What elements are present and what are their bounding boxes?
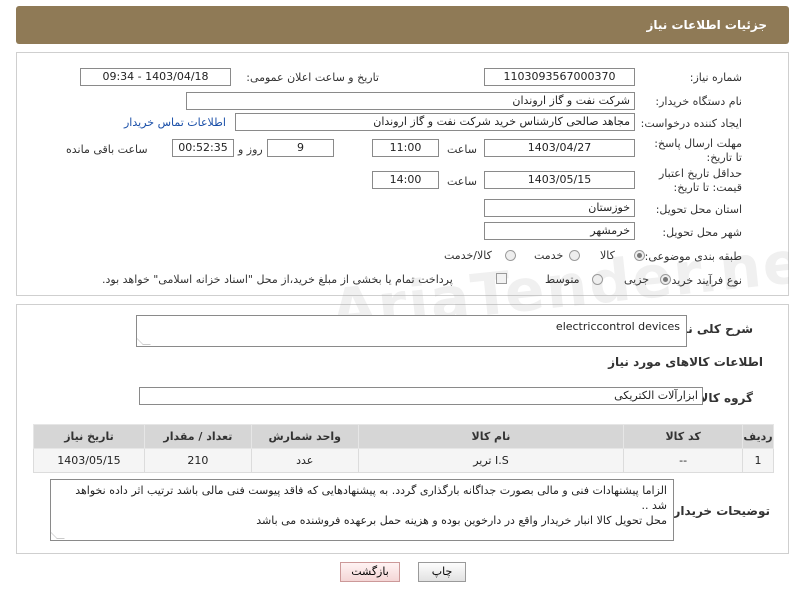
col-row-number: ردیف [742, 424, 774, 449]
reply-deadline-label: مهلت ارسال پاسخ: تا تاریخ: [654, 137, 742, 164]
goods-group-field: ابزارآلات الکتریکی [139, 387, 703, 405]
buyer-notes-line-2: محل تحویل کالا انبار خریدار واقع در دارخ… [256, 514, 667, 527]
category-goods-service-radio[interactable] [505, 250, 516, 261]
print-button[interactable]: چاپ [418, 562, 466, 582]
goods-table: ردیف کد کالا نام کالا واحد شمارش تعداد /… [33, 424, 774, 473]
process-partial-radio[interactable] [660, 274, 671, 285]
need-description-text: electriccontrol devices [555, 320, 680, 333]
need-number-field: 1103093567000370 [484, 68, 635, 86]
buyer-org-field: شرکت نفت و گاز اروندان [186, 92, 635, 110]
buyer-notes-textarea[interactable]: الزاما پیشنهادات فنی و مالی بصورت جداگان… [50, 479, 674, 541]
process-medium-label: متوسط [545, 273, 580, 286]
reply-time-field: 11:00 [372, 139, 439, 157]
need-description-textarea[interactable]: electriccontrol devices [136, 315, 687, 347]
goods-info-title: اطلاعات کالاهای مورد نیاز [608, 355, 763, 369]
purchase-process-label: نوع فرآیند خرید : [664, 274, 742, 287]
buyer-notes-label: توضیحات خریدار: [668, 504, 770, 518]
category-goods-label: کالا [600, 249, 615, 262]
goods-table-header: ردیف کد کالا نام کالا واحد شمارش تعداد /… [33, 424, 774, 449]
category-service-label: خدمت [534, 249, 564, 262]
remaining-time-label: ساعت باقی مانده [66, 143, 148, 156]
process-medium-radio[interactable] [592, 274, 603, 285]
resize-grip-icon[interactable] [51, 531, 65, 539]
cell-unit: عدد [250, 448, 359, 473]
col-need-date: تاریخ نیاز [33, 424, 145, 449]
days-remaining-field: 9 [267, 139, 334, 157]
page-title: جزئیات اطلاعات نیاز [646, 18, 767, 32]
buyer-org-label: نام دستگاه خریدار: [655, 95, 742, 108]
col-item-code: کد کالا [623, 424, 744, 449]
col-quantity: تعداد / مقدار [143, 424, 252, 449]
delivery-province-label: استان محل تحویل: [655, 203, 742, 216]
cell-need-date: 1403/05/15 [33, 448, 145, 473]
col-item-name: نام کالا [357, 424, 625, 449]
buyer-notes-line-1: الزاما پیشنهادات فنی و مالی بصورت جداگان… [75, 484, 667, 512]
price-validity-time-label: ساعت [447, 175, 477, 188]
category-service-radio[interactable] [569, 250, 580, 261]
delivery-city-field: خرمشهر [484, 222, 635, 240]
days-label: روز و [238, 143, 263, 156]
announce-date-label: تاریخ و ساعت اعلان عمومی: [246, 71, 379, 84]
page-header: جزئیات اطلاعات نیاز [16, 6, 789, 44]
category-goods-service-label: کالا/خدمت [444, 249, 492, 262]
treasury-payment-note: پرداخت تمام یا بخشی از مبلغ خرید،از محل … [102, 273, 453, 286]
remaining-time-field: 00:52:35 [172, 139, 234, 157]
process-partial-label: جزیی [624, 273, 650, 286]
price-validity-time-field: 14:00 [372, 171, 439, 189]
goods-group-label: گروه کالا: [694, 391, 753, 405]
treasury-payment-checkbox[interactable] [496, 273, 507, 284]
delivery-city-label: شهر محل تحویل: [662, 226, 742, 239]
cell-item-code: -- [623, 448, 744, 473]
cell-quantity: 210 [143, 448, 252, 473]
price-validity-date-field: 1403/05/15 [484, 171, 635, 189]
category-goods-radio[interactable] [634, 250, 645, 261]
need-number-label: شماره نیاز: [689, 71, 742, 84]
table-row: 1 -- I.S تریر عدد 210 1403/05/15 [33, 448, 774, 473]
buyer-contact-link[interactable]: اطلاعات تماس خریدار [124, 116, 226, 129]
category-label: طبقه بندی موضوعی: [644, 250, 742, 263]
requester-field: مجاهد صالحی کارشناس خرید شرکت نفت و گاز … [235, 113, 635, 131]
requester-label: ایجاد کننده درخواست: [640, 117, 742, 130]
col-unit: واحد شمارش [250, 424, 359, 449]
reply-time-label: ساعت [447, 143, 477, 156]
resize-grip-icon[interactable] [137, 337, 151, 345]
delivery-province-field: خوزستان [484, 199, 635, 217]
cell-row-number: 1 [742, 448, 774, 473]
reply-date-field: 1403/04/27 [484, 139, 635, 157]
cell-item-name: I.S تریر [357, 448, 625, 473]
back-button[interactable]: بازگشت [340, 562, 400, 582]
price-validity-label: حداقل تاریخ اعتبار قیمت: تا تاریخ: [658, 167, 742, 194]
announce-date-field: 1403/04/18 - 09:34 [80, 68, 231, 86]
